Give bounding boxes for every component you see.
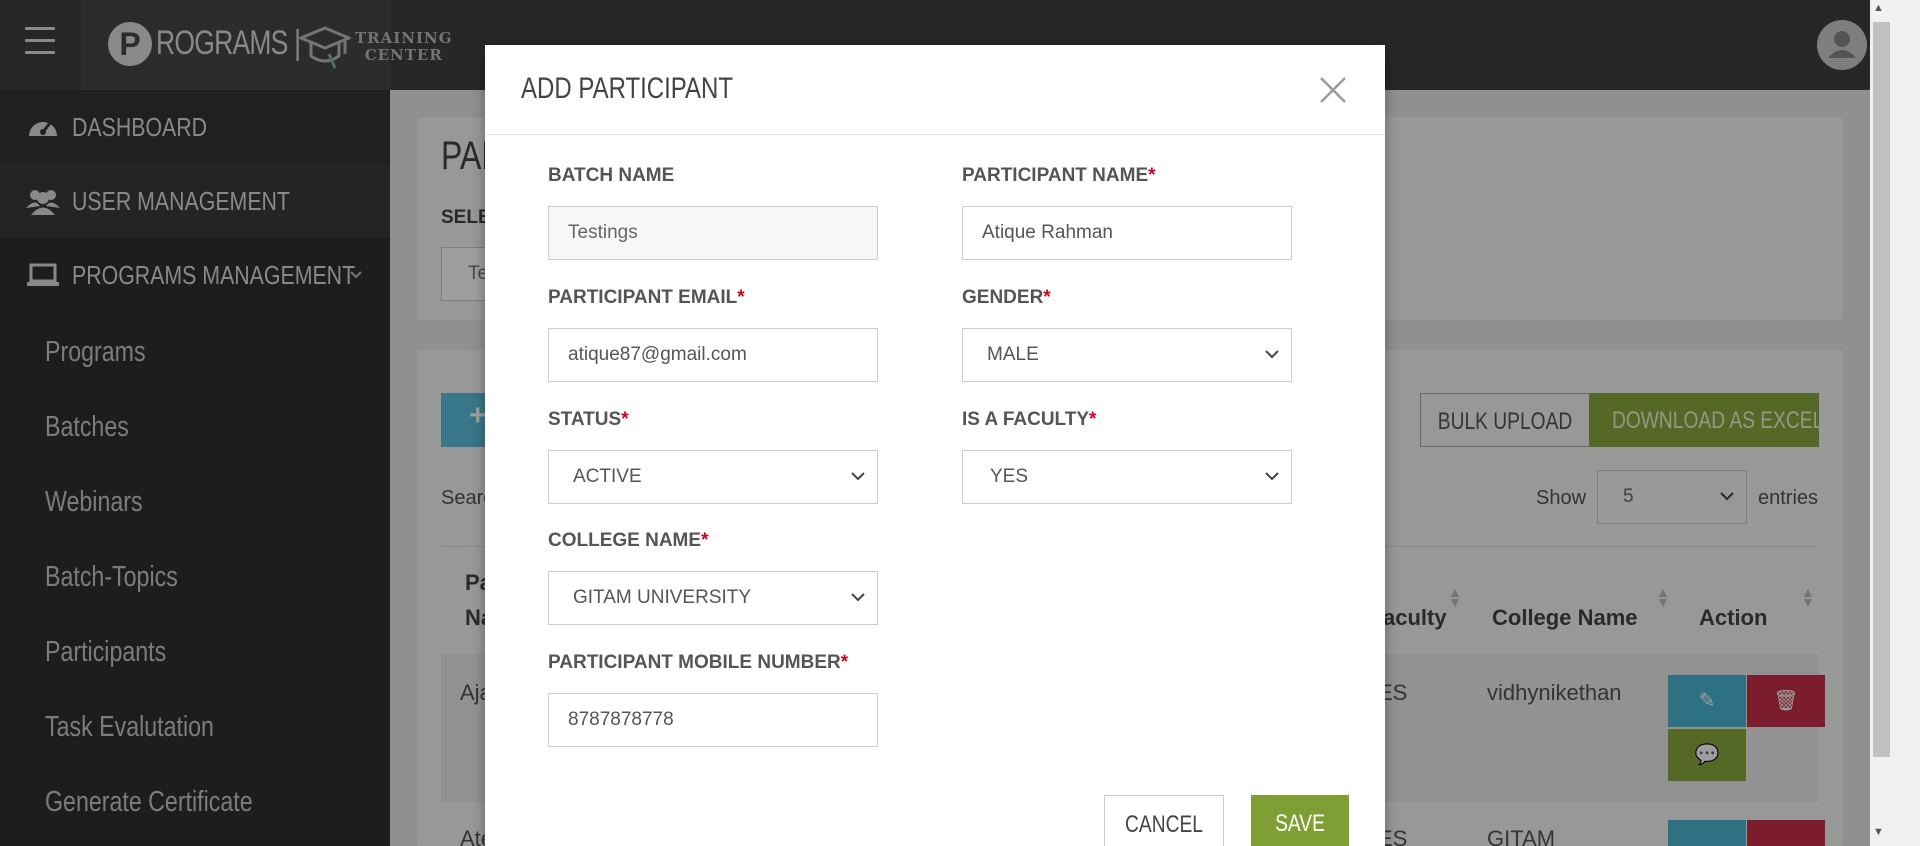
required-marker: *	[1043, 287, 1051, 308]
scroll-down-arrow-icon[interactable]: ▼	[1873, 826, 1887, 840]
batch-name-field[interactable]: Testings	[548, 206, 878, 260]
status-selected-value: ACTIVE	[573, 466, 642, 487]
gender-label-text: GENDER	[962, 287, 1044, 308]
status-select[interactable]: ACTIVE	[548, 450, 878, 504]
participant-email-label-text: PARTICIPANT EMAIL	[548, 287, 738, 308]
batch-name-label-text: BATCH NAME	[548, 165, 675, 186]
add-participant-modal: ADD PARTICIPANT BATCH NAME Testings PART…	[485, 45, 1385, 846]
mobile-number-label: PARTICIPANT MOBILE NUMBER*	[548, 652, 848, 674]
is-faculty-label: IS A FACULTY*	[962, 409, 1096, 431]
gender-select[interactable]: MALE	[962, 328, 1292, 382]
scrollbar-thumb[interactable]	[1873, 22, 1890, 757]
is-faculty-select[interactable]: YES	[962, 450, 1292, 504]
modal-header: ADD PARTICIPANT	[485, 45, 1385, 135]
required-marker: *	[840, 652, 849, 673]
mobile-number-label-text: PARTICIPANT MOBILE NUMBER	[548, 652, 841, 673]
scroll-up-arrow-icon[interactable]: ▲	[1873, 2, 1887, 16]
college-name-selected-value: GITAM UNIVERSITY	[573, 587, 752, 608]
gender-label: GENDER*	[962, 287, 1051, 309]
mobile-number-field[interactable]: 8787878778	[548, 693, 878, 747]
required-marker: *	[1148, 165, 1156, 186]
college-name-select[interactable]: GITAM UNIVERSITY	[548, 571, 878, 625]
chevron-down-icon	[1265, 350, 1279, 359]
is-faculty-label-text: IS A FACULTY	[962, 409, 1090, 430]
chevron-down-icon	[851, 472, 865, 481]
participant-name-label: PARTICIPANT NAME*	[962, 165, 1156, 187]
status-label: STATUS*	[548, 409, 629, 431]
required-marker: *	[737, 287, 745, 308]
cancel-button-label: CANCEL	[1125, 811, 1203, 838]
participant-email-label: PARTICIPANT EMAIL*	[548, 287, 745, 309]
chevron-down-icon	[851, 593, 865, 602]
chevron-down-icon	[1265, 472, 1279, 481]
status-label-text: STATUS	[548, 409, 622, 430]
college-name-label-text: COLLEGE NAME	[548, 530, 702, 551]
close-icon[interactable]	[1318, 75, 1348, 105]
gender-selected-value: MALE	[987, 344, 1039, 365]
save-button-label: SAVE	[1275, 810, 1325, 837]
batch-name-label: BATCH NAME	[548, 165, 674, 187]
cancel-button[interactable]: CANCEL	[1104, 795, 1224, 846]
is-faculty-selected-value: YES	[990, 466, 1029, 487]
save-button[interactable]: SAVE	[1251, 795, 1349, 846]
participant-name-label-text: PARTICIPANT NAME	[962, 165, 1149, 186]
required-marker: *	[701, 530, 709, 551]
required-marker: *	[1089, 409, 1097, 430]
participant-email-field[interactable]: atique87@gmail.com	[548, 328, 878, 382]
required-marker: *	[621, 409, 629, 430]
participant-name-field[interactable]: Atique Rahman	[962, 206, 1292, 260]
college-name-label: COLLEGE NAME*	[548, 530, 708, 552]
modal-title: ADD PARTICIPANT	[521, 72, 734, 105]
